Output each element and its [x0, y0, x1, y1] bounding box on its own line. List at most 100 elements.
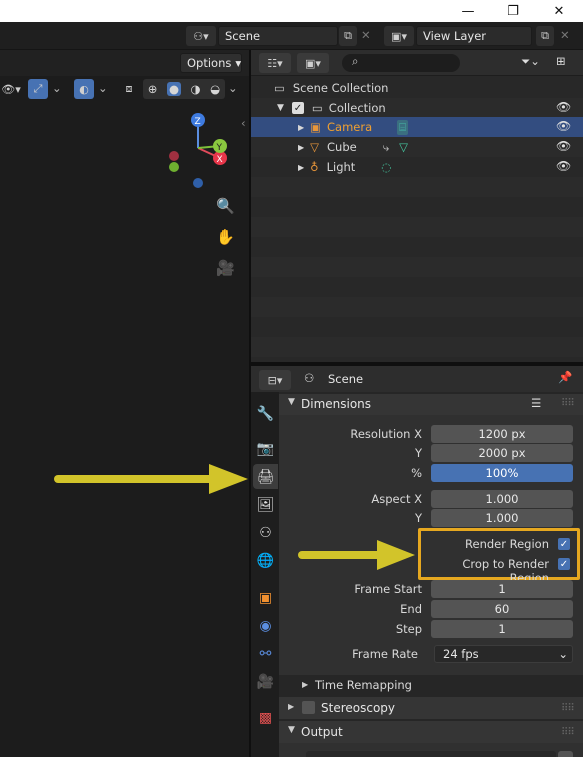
outliner-row-camera[interactable]: ▶ ▣ Camera ⌸: [251, 117, 583, 137]
light-data-icon[interactable]: ◌: [381, 160, 391, 174]
expand-arrow-icon[interactable]: ▶: [298, 143, 304, 152]
neg-y-handle[interactable]: [169, 162, 179, 172]
scene-type-dropdown[interactable]: ⚇ ▾: [186, 26, 216, 46]
view-layer-icon: ▣▾: [305, 56, 321, 70]
stereoscopy-checkbox[interactable]: [302, 701, 315, 714]
frame-rate-value: 24 fps: [443, 647, 479, 661]
display-mode-dropdown[interactable]: ▣▾: [297, 53, 329, 73]
overlays-dropdown[interactable]: ⌄: [98, 81, 108, 95]
outliner-row-cube[interactable]: ▶ ▽ Cube ⤷ ▽: [251, 137, 583, 157]
presets-list-icon[interactable]: ☰: [531, 396, 541, 410]
resolution-percent-slider[interactable]: 100%: [431, 464, 573, 482]
neg-x-handle[interactable]: [169, 151, 179, 161]
solid-shading-icon[interactable]: ●: [166, 82, 181, 96]
shading-dropdown[interactable]: ⌄: [228, 81, 238, 95]
overlays-toggle[interactable]: ◐: [74, 79, 94, 99]
outliner-row-light[interactable]: ▶ ♁ Light ◌: [251, 157, 583, 177]
scene-tab-icon[interactable]: ⚇: [253, 520, 278, 545]
editor-type-dropdown[interactable]: ☷▾: [259, 53, 291, 73]
copy-scene-button[interactable]: ⧉: [339, 26, 357, 46]
pin-icon[interactable]: 📌: [558, 370, 572, 384]
render-tab-icon[interactable]: 📷: [253, 436, 278, 461]
outliner-empty-row: [251, 217, 583, 237]
aspect-x-field[interactable]: 1.000: [431, 490, 573, 508]
options-dropdown[interactable]: Options ▾: [180, 53, 242, 73]
frame-rate-label: Frame Rate: [352, 647, 418, 661]
object-data-tab-icon[interactable]: 🎥: [253, 669, 278, 694]
frame-end-label: End: [400, 602, 422, 616]
eye-icon[interactable]: 👁: [556, 119, 571, 133]
world-tab-icon[interactable]: 🌐: [253, 548, 278, 573]
output-folder-button[interactable]: [558, 751, 573, 757]
frame-rate-dropdown[interactable]: 24 fps ⌄: [434, 645, 573, 663]
collapse-sidebar-icon[interactable]: ‹: [241, 116, 246, 130]
output-tab-icon[interactable]: 🖨: [253, 464, 278, 489]
navigation-gizmo[interactable]: Z X Y: [165, 110, 245, 192]
scene-icon: ⚇: [304, 371, 315, 385]
tool-tab-icon[interactable]: 🔧: [253, 401, 278, 426]
gizmo-dropdown[interactable]: ⌄: [52, 81, 62, 95]
texture-tab-icon[interactable]: ▩: [253, 705, 278, 730]
frame-start-field[interactable]: 1: [431, 580, 573, 598]
eye-icon[interactable]: 👁: [556, 159, 571, 173]
view-layer-tab-icon[interactable]: 🖼: [253, 492, 278, 517]
view-layer-selector[interactable]: View Layer: [416, 26, 532, 46]
delete-view-layer-button[interactable]: ✕: [560, 28, 570, 42]
camera-view-icon[interactable]: 🎥: [216, 259, 235, 277]
new-collection-button[interactable]: ⊞: [556, 54, 566, 68]
rendered-shading-icon[interactable]: ◒: [210, 82, 220, 96]
properties-editor-type-dropdown[interactable]: ⊟▾: [259, 370, 291, 390]
close-button[interactable]: ✕: [536, 0, 582, 22]
minimize-button[interactable]: —: [445, 0, 491, 22]
time-remapping-subpanel[interactable]: Time Remapping: [315, 678, 412, 692]
output-path-field[interactable]: [306, 751, 556, 757]
eye-icon[interactable]: 👁: [556, 100, 571, 114]
constraints-tab-icon[interactable]: ⚯: [253, 641, 278, 666]
outliner-search-input[interactable]: ⌕: [342, 54, 460, 72]
resolution-y-field[interactable]: 2000 px: [431, 444, 573, 462]
svg-text:Z: Z: [195, 117, 201, 127]
view-layer-type-dropdown[interactable]: ▣ ▾: [384, 26, 414, 46]
outliner-row-scene-collection[interactable]: ▭ Scene Collection: [251, 78, 583, 98]
expand-arrow-icon[interactable]: ▶: [298, 123, 304, 132]
mesh-data-icon[interactable]: ▽: [399, 140, 408, 154]
frame-step-field[interactable]: 1: [431, 620, 573, 638]
xray-toggle[interactable]: ⧈: [120, 79, 138, 99]
aspect-y-field[interactable]: 1.000: [431, 509, 573, 527]
crop-to-render-region-checkbox[interactable]: ✓: [558, 558, 570, 570]
expand-arrow-icon[interactable]: ▶: [298, 163, 304, 172]
scene-selector[interactable]: Scene: [218, 26, 338, 46]
drag-handle-icon[interactable]: ⠿⠿: [561, 398, 575, 409]
filter-dropdown[interactable]: ⏷⌄: [521, 54, 540, 69]
scene-name: Scene: [225, 29, 261, 43]
copy-view-layer-button[interactable]: ⧉: [536, 26, 554, 46]
light-object-icon: ♁: [310, 160, 319, 174]
outliner-row-collection[interactable]: ▼ ✓ ▭ Collection: [251, 98, 583, 118]
physics-tab-icon[interactable]: ◉: [253, 613, 278, 638]
frame-end-field[interactable]: 60: [431, 600, 573, 618]
modifier-icon[interactable]: ⤷: [383, 140, 389, 155]
visibility-dropdown[interactable]: 👁▾: [0, 79, 22, 99]
eye-icon[interactable]: 👁: [556, 139, 571, 153]
close-icon: ✕: [553, 3, 565, 19]
camera-data-icon[interactable]: ⌸: [397, 119, 409, 135]
drag-handle-icon[interactable]: ⠿⠿: [561, 703, 575, 714]
wireframe-shading-icon[interactable]: ⊕: [148, 82, 158, 96]
drag-handle-icon[interactable]: ⠿⠿: [561, 727, 575, 738]
gizmo-toggle[interactable]: ⤢: [28, 79, 48, 99]
subpanel-expand-icon[interactable]: ▶: [302, 680, 308, 689]
resolution-x-field[interactable]: 1200 px: [431, 425, 573, 443]
neg-z-handle[interactable]: [193, 178, 203, 188]
stereoscopy-panel-title: Stereoscopy: [321, 701, 396, 715]
maximize-button[interactable]: ❐: [490, 0, 536, 22]
collection-checkbox[interactable]: ✓: [291, 102, 304, 114]
material-shading-icon[interactable]: ◑: [191, 82, 201, 96]
hand-icon[interactable]: ✋: [216, 228, 235, 246]
render-region-checkbox[interactable]: ✓: [558, 538, 570, 550]
object-tab-icon[interactable]: ▣: [253, 585, 278, 610]
expand-arrow-icon[interactable]: ▼: [277, 103, 284, 113]
chevron-down-icon: ⌄: [52, 81, 62, 95]
delete-scene-button[interactable]: ✕: [361, 28, 371, 42]
zoom-icon[interactable]: 🔍: [216, 197, 235, 215]
eye-icon: 👁▾: [1, 82, 21, 96]
